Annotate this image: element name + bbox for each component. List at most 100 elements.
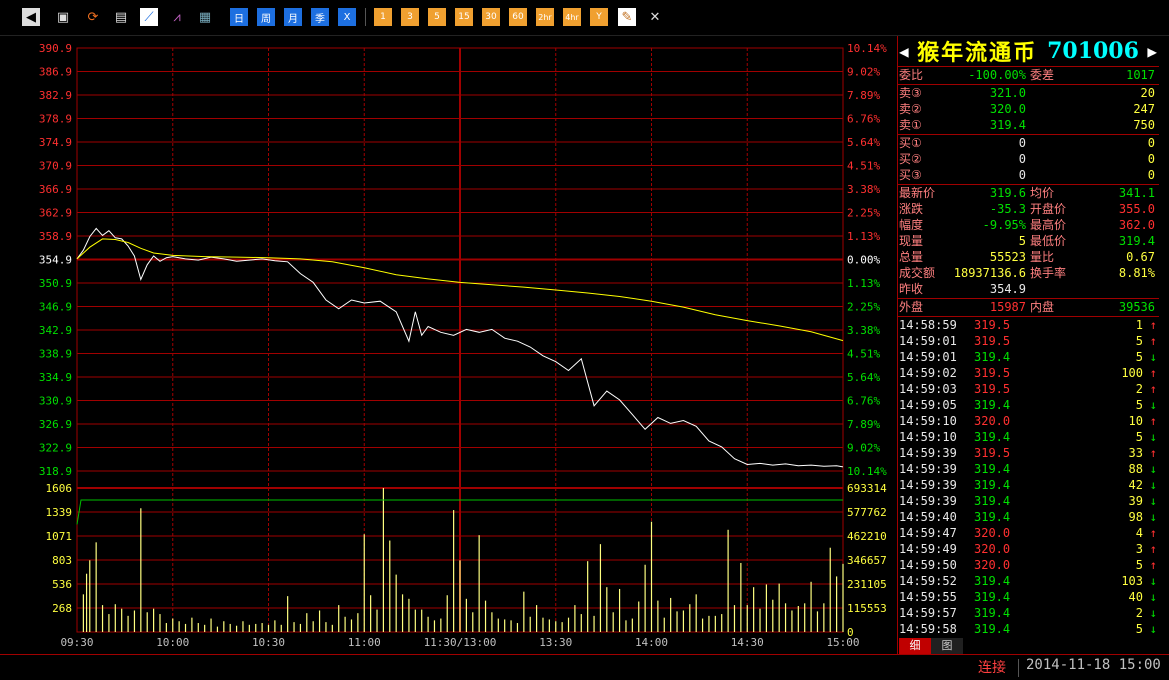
tick-price: 320.0 bbox=[974, 414, 1011, 428]
yearly-button[interactable]: Y bbox=[590, 8, 608, 26]
wai-pan-value: 15987 bbox=[989, 300, 1026, 314]
stat-row: 昨收 354.9 bbox=[899, 281, 1157, 297]
tick-row: 14:59:52 319.4 103 ↓ bbox=[899, 573, 1157, 589]
intraday-chart[interactable]: 390.9 10.14% 386.9 9.02% 382.9 7.89% 378.9 6.76… bbox=[0, 36, 897, 654]
intraday-chart-icon[interactable]: ⟋ bbox=[140, 8, 158, 26]
back-icon[interactable]: ◀ bbox=[22, 8, 40, 26]
toolbar-divider bbox=[365, 8, 366, 26]
percent-tick-label: 2.25% bbox=[847, 301, 880, 314]
minute-3-button[interactable]: 3 bbox=[401, 8, 419, 26]
tick-price: 320.0 bbox=[974, 542, 1011, 556]
wei-cha-value: 1017 bbox=[1126, 68, 1155, 82]
period-day-button[interactable]: 日 bbox=[230, 8, 248, 26]
refresh-icon[interactable]: ⟳ bbox=[84, 8, 102, 26]
tick-volume: 88 bbox=[1128, 462, 1143, 476]
volume-tick-label: 268 bbox=[52, 602, 72, 615]
hour-2-button[interactable]: 2hr bbox=[536, 8, 554, 26]
tick-price: 319.4 bbox=[974, 430, 1011, 444]
stat-value: 8.81% bbox=[1118, 266, 1155, 280]
stock-code: 701006 bbox=[1047, 38, 1139, 64]
time-tick-label: 15:00 bbox=[826, 636, 859, 649]
tick-time: 14:59:39 bbox=[899, 446, 957, 460]
tick-row: 14:59:01 319.4 5 ↓ bbox=[899, 349, 1157, 365]
percent-tick-label: 1.13% bbox=[847, 230, 880, 243]
ask-row: 卖③ 321.0 20 bbox=[899, 85, 1157, 101]
percent-tick-label: 7.89% bbox=[847, 89, 880, 102]
ask-price: 320.0 bbox=[989, 102, 1026, 116]
minute-5-button[interactable]: 5 bbox=[428, 8, 446, 26]
stat-label: 幅度 bbox=[899, 218, 924, 232]
bid-volume: 0 bbox=[1147, 136, 1155, 150]
tick-price: 319.4 bbox=[974, 590, 1011, 604]
tick-row: 14:59:02 319.5 100 ↑ bbox=[899, 365, 1157, 381]
period-season-button[interactable]: 季 bbox=[311, 8, 329, 26]
price-tick-label: 354.9 bbox=[39, 254, 72, 267]
ask-row: 卖① 319.4 750 bbox=[899, 117, 1157, 133]
stat-row: 现量 5 最低价 319.4 bbox=[899, 233, 1157, 249]
tick-time: 14:59:58 bbox=[899, 622, 957, 636]
price-tick-label: 374.9 bbox=[39, 136, 72, 149]
percent-tick-label: 6.76% bbox=[847, 395, 880, 408]
arrow-down-icon: ↓ bbox=[1149, 398, 1157, 412]
clipboard-icon[interactable]: ▤ bbox=[112, 8, 130, 26]
tick-time: 14:59:01 bbox=[899, 350, 957, 364]
tick-volume: 5 bbox=[1135, 622, 1143, 636]
tab-chart[interactable]: 图 bbox=[931, 638, 963, 654]
table-icon[interactable]: ▦ bbox=[196, 8, 214, 26]
minute-15-button[interactable]: 15 bbox=[455, 8, 473, 26]
tools-icon[interactable]: ✕ bbox=[646, 8, 664, 26]
prev-stock-icon[interactable]: ◀ bbox=[899, 42, 909, 61]
kline-chart-icon[interactable]: ⩘ bbox=[168, 8, 186, 26]
tab-detail[interactable]: 细 bbox=[899, 638, 931, 654]
wei-bi-row: 委比 -100.00% 委差 1017 bbox=[899, 68, 1155, 82]
arrow-up-icon: ↑ bbox=[1149, 446, 1157, 460]
tick-price: 319.4 bbox=[974, 574, 1011, 588]
minute-1-button[interactable]: 1 bbox=[374, 8, 392, 26]
ask-price: 321.0 bbox=[989, 86, 1026, 100]
tick-row: 14:59:05 319.4 5 ↓ bbox=[899, 397, 1157, 413]
arrow-up-icon: ↑ bbox=[1149, 526, 1157, 540]
bid-price: 0 bbox=[1018, 136, 1026, 150]
stat-label: 最低价 bbox=[1030, 234, 1067, 248]
tick-volume: 5 bbox=[1135, 398, 1143, 412]
stat-label: 最高价 bbox=[1030, 218, 1067, 232]
tick-volume: 33 bbox=[1128, 446, 1143, 460]
arrow-up-icon: ↑ bbox=[1149, 542, 1157, 556]
time-tick-label: 10:30 bbox=[252, 636, 285, 649]
tick-time: 14:58:59 bbox=[899, 318, 957, 332]
stat-value: 18937136.6 bbox=[953, 266, 1026, 280]
period-week-button[interactable]: 周 bbox=[257, 8, 275, 26]
tick-price: 319.5 bbox=[974, 318, 1011, 332]
hour-4-button[interactable]: 4hr bbox=[563, 8, 581, 26]
arrow-down-icon: ↓ bbox=[1149, 574, 1157, 588]
stat-value: 319.6 bbox=[989, 186, 1026, 200]
tick-row: 14:59:47 320.0 4 ↑ bbox=[899, 525, 1157, 541]
price-tick-label: 350.9 bbox=[39, 277, 72, 290]
volume-right-tick-label: 462210 bbox=[847, 530, 887, 543]
bid-volume: 0 bbox=[1147, 168, 1155, 182]
period-year-button[interactable]: Ⅹ bbox=[338, 8, 356, 26]
minute-60-button[interactable]: 60 bbox=[509, 8, 527, 26]
percent-tick-label: 3.38% bbox=[847, 324, 880, 337]
period-month-button[interactable]: 月 bbox=[284, 8, 302, 26]
bid-label: 买② bbox=[899, 152, 922, 166]
package-icon[interactable]: ▣ bbox=[54, 8, 72, 26]
connection-status: 连接 bbox=[978, 660, 1006, 676]
tick-volume: 98 bbox=[1128, 510, 1143, 524]
minute-30-button[interactable]: 30 bbox=[482, 8, 500, 26]
tick-price: 319.4 bbox=[974, 510, 1011, 524]
price-tick-label: 378.9 bbox=[39, 113, 72, 126]
tick-row: 14:59:39 319.4 42 ↓ bbox=[899, 477, 1157, 493]
arrow-up-icon: ↑ bbox=[1149, 414, 1157, 428]
next-stock-icon[interactable]: ▶ bbox=[1147, 42, 1157, 61]
tick-volume: 42 bbox=[1128, 478, 1143, 492]
ask-volume: 20 bbox=[1140, 86, 1155, 100]
volume-right-tick-label: 115553 bbox=[847, 602, 887, 615]
percent-tick-label: 6.76% bbox=[847, 113, 880, 126]
nei-pan-value: 39536 bbox=[1118, 300, 1155, 314]
pencil-icon[interactable]: ✎ bbox=[618, 8, 636, 26]
price-tick-label: 338.9 bbox=[39, 348, 72, 361]
tick-price: 319.4 bbox=[974, 462, 1011, 476]
tick-row: 14:59:39 319.4 88 ↓ bbox=[899, 461, 1157, 477]
tick-price: 319.4 bbox=[974, 622, 1011, 636]
